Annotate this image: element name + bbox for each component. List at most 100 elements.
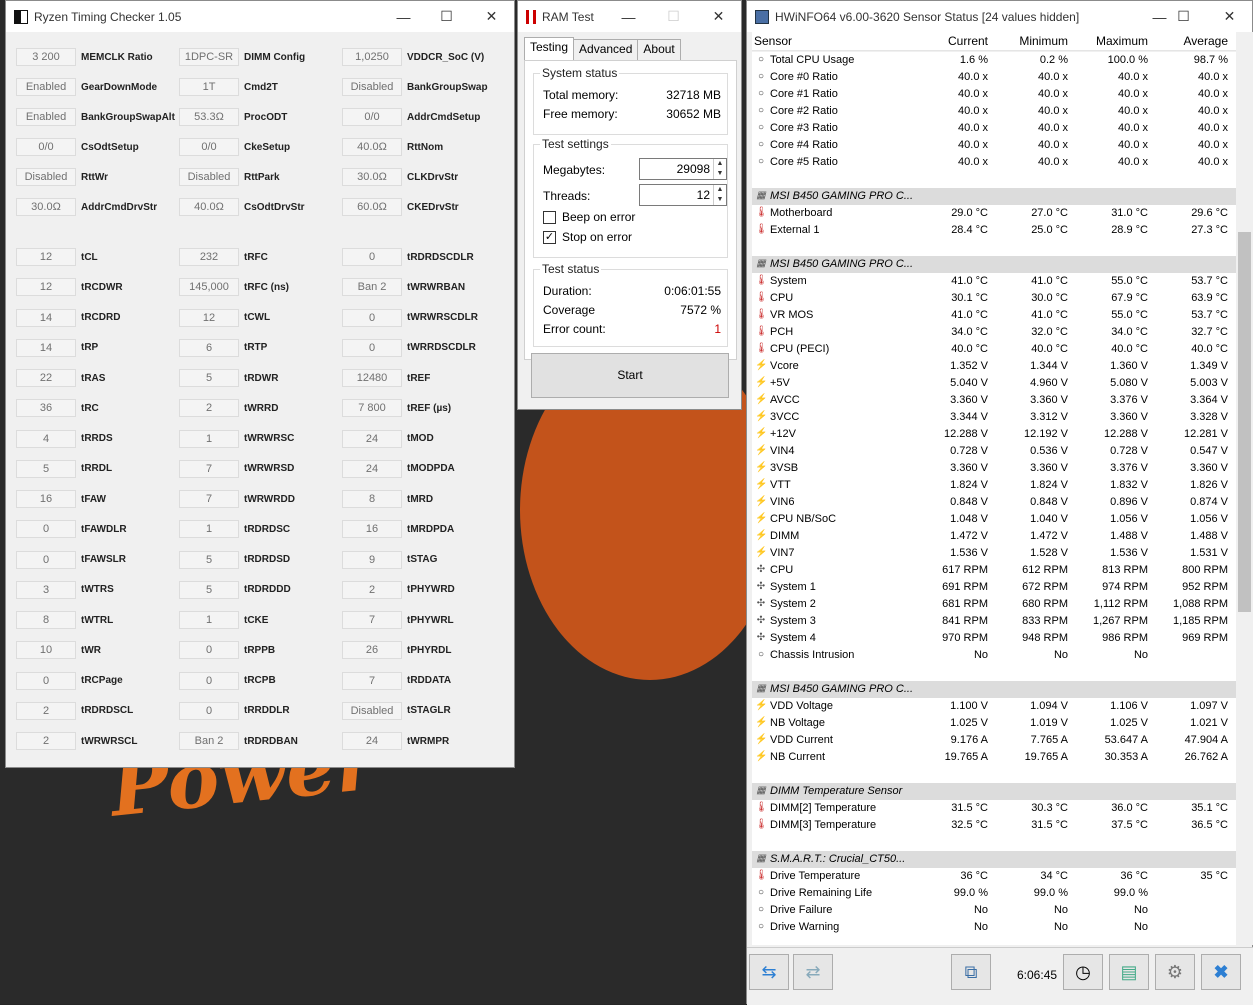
timing-value: 1: [179, 611, 239, 629]
sensor-name: MSI B450 GAMING PRO C...: [770, 258, 914, 270]
col-maximum[interactable]: Maximum: [1096, 34, 1148, 48]
sensor-name: Core #4 Ratio: [770, 139, 838, 151]
sensor-row[interactable]: ○ Core #3 Ratio 40.0 x 40.0 x 40.0 x 40.0 x: [752, 120, 1236, 137]
sensor-row[interactable]: 🌡 DIMM[2] Temperature 31.5 °C 30.3 °C 36.0 °…: [752, 800, 1236, 817]
sensor-group-header[interactable]: ▦ DIMM Temperature Sensor: [752, 783, 1236, 800]
sensor-group-header[interactable]: ▦ MSI B450 GAMING PRO C...: [752, 256, 1236, 273]
vertical-scrollbar[interactable]: [1236, 32, 1253, 945]
sensor-row[interactable]: ○ Core #1 Ratio 40.0 x 40.0 x 40.0 x 40.0 x: [752, 86, 1236, 103]
checkbox-checked-icon[interactable]: ✓: [543, 230, 556, 244]
sensor-row[interactable]: ⚡ VIN7 1.536 V 1.528 V 1.536 V 1.531 V: [752, 545, 1236, 562]
sensor-group-header[interactable]: ▦ MSI B450 GAMING PRO C...: [752, 188, 1236, 205]
timing-label: tRCPB: [244, 675, 276, 686]
collapse-expand-button[interactable]: ⇄: [793, 954, 833, 990]
sensor-row[interactable]: ⚡ VIN6 0.848 V 0.848 V 0.896 V 0.874 V: [752, 494, 1236, 511]
close-icon[interactable]: ✕: [696, 1, 741, 32]
threads-stepper[interactable]: 12 ▲ ▼: [639, 184, 727, 206]
minimize-icon[interactable]: —: [381, 1, 426, 32]
sensor-row[interactable]: ⚡ VTT 1.824 V 1.824 V 1.832 V 1.826 V: [752, 477, 1236, 494]
close-x-icon[interactable]: ✖: [1201, 954, 1241, 990]
tab-advanced[interactable]: Advanced: [573, 39, 639, 60]
sensor-row[interactable]: 🌡 External 1 28.4 °C 25.0 °C 28.9 °C 27.3 °C: [752, 222, 1236, 239]
col-current[interactable]: Current: [948, 34, 988, 48]
sensor-row[interactable]: ⚡ CPU NB/SoC 1.048 V 1.040 V 1.056 V 1.056 V: [752, 511, 1236, 528]
timing-value: Enabled: [16, 108, 76, 126]
sensor-row[interactable]: ⚡ AVCC 3.360 V 3.360 V 3.376 V 3.364 V: [752, 392, 1236, 409]
sensor-row[interactable]: ⚡ 3VSB 3.360 V 3.360 V 3.376 V 3.360 V: [752, 460, 1236, 477]
sensor-group-header[interactable]: ▦ S.M.A.R.T.: Crucial_CT50...: [752, 851, 1236, 868]
close-icon[interactable]: ✕: [1207, 1, 1252, 32]
sensor-row[interactable]: ⚡ VIN4 0.728 V 0.536 V 0.728 V 0.547 V: [752, 443, 1236, 460]
timing-label: RttNom: [407, 141, 444, 153]
spin-arrows-icon[interactable]: ▲ ▼: [713, 159, 726, 179]
sensor-row[interactable]: ✣ System 1 691 RPM 672 RPM 974 RPM 952 RPM: [752, 579, 1236, 596]
navigate-left-right-button[interactable]: ⇆: [749, 954, 789, 990]
checkbox-unchecked-icon[interactable]: [543, 210, 556, 224]
sensor-row[interactable]: ⚡ NB Current 19.765 A 19.765 A 30.353 A 26.76…: [752, 749, 1236, 766]
timing-label: tFAW: [81, 493, 106, 505]
minimum-value: 0.848 V: [1030, 496, 1068, 508]
timing-cell: 4 tRRDS: [16, 429, 113, 448]
megabytes-value: 29098: [676, 162, 710, 176]
col-sensor[interactable]: Sensor: [754, 34, 792, 48]
sensor-row[interactable]: 🌡 VR MOS 41.0 °C 41.0 °C 55.0 °C 53.7 °C: [752, 307, 1236, 324]
current-value: 19.765 A: [944, 751, 988, 763]
clock-icon[interactable]: ◷: [1063, 954, 1103, 990]
sensor-row[interactable]: ⚡ VDD Current 9.176 A 7.765 A 53.647 A 47.904…: [752, 732, 1236, 749]
settings-gear-icon[interactable]: ⚙: [1155, 954, 1195, 990]
sensor-row[interactable]: 🌡 CPU 30.1 °C 30.0 °C 67.9 °C 63.9 °C: [752, 290, 1236, 307]
total-memory-row: Total memory: 32718 MB: [543, 88, 721, 102]
sensor-row[interactable]: ○ Chassis Intrusion No No No: [752, 647, 1236, 664]
sensor-row[interactable]: 🌡 Motherboard 29.0 °C 27.0 °C 31.0 °C 29.6 °C: [752, 205, 1236, 222]
sensor-row[interactable]: ○ Drive Failure No No No: [752, 902, 1236, 919]
timing-value: 22: [16, 369, 76, 387]
start-button[interactable]: Start: [531, 353, 729, 398]
col-minimum[interactable]: Minimum: [1019, 34, 1068, 48]
sensor-row[interactable]: ⚡ NB Voltage 1.025 V 1.019 V 1.025 V 1.021 V: [752, 715, 1236, 732]
sensor-row[interactable]: ⚡ 3VCC 3.344 V 3.312 V 3.360 V 3.328 V: [752, 409, 1236, 426]
sensor-row[interactable]: ○ Core #2 Ratio 40.0 x 40.0 x 40.0 x 40.0 x: [752, 103, 1236, 120]
sensor-row[interactable]: ✣ System 3 841 RPM 833 RPM 1,267 RPM 1,185 RP…: [752, 613, 1236, 630]
timing-value: 0/0: [342, 108, 402, 126]
restore-icon[interactable]: ☐: [1161, 1, 1206, 32]
network-icon[interactable]: ⧉: [951, 954, 991, 990]
sensor-row[interactable]: ⚡ +5V 5.040 V 4.960 V 5.080 V 5.003 V: [752, 375, 1236, 392]
beep-on-error-checkbox[interactable]: Beep on error: [543, 210, 635, 224]
tab-about[interactable]: About: [637, 39, 681, 60]
maximum-value: 1.488 V: [1110, 530, 1148, 542]
sensor-row[interactable]: ⚡ DIMM 1.472 V 1.472 V 1.488 V 1.488 V: [752, 528, 1236, 545]
sensor-row[interactable]: ✣ System 2 681 RPM 680 RPM 1,112 RPM 1,088 RP…: [752, 596, 1236, 613]
spin-arrows-icon[interactable]: ▲ ▼: [713, 185, 726, 205]
maximize-icon[interactable]: ☐: [424, 1, 469, 32]
sensor-row[interactable]: ⚡ VDD Voltage 1.100 V 1.094 V 1.106 V 1.097 V: [752, 698, 1236, 715]
sensor-row[interactable]: 🌡 DIMM[3] Temperature 32.5 °C 31.5 °C 37.5 °…: [752, 817, 1236, 834]
megabytes-stepper[interactable]: 29098 ▲ ▼: [639, 158, 727, 180]
log-file-icon[interactable]: ▤: [1109, 954, 1149, 990]
sensor-row[interactable]: ○ Drive Warning No No No: [752, 919, 1236, 936]
sensor-row[interactable]: ○ Drive Remaining Life 99.0 % 99.0 % 99.0 %: [752, 885, 1236, 902]
maximum-value: 36 °C: [1120, 870, 1148, 882]
sensor-row[interactable]: ○ Core #4 Ratio 40.0 x 40.0 x 40.0 x 40.0 x: [752, 137, 1236, 154]
sensor-row[interactable]: ○ Core #5 Ratio 40.0 x 40.0 x 40.0 x 40.0 x: [752, 154, 1236, 171]
sensor-row[interactable]: 🌡 System 41.0 °C 41.0 °C 55.0 °C 53.7 °C: [752, 273, 1236, 290]
scrollbar-thumb[interactable]: [1238, 232, 1251, 612]
current-value: 28.4 °C: [951, 224, 988, 236]
timing-label: tWRWRSD: [244, 463, 295, 475]
sensor-row[interactable]: 🌡 PCH 34.0 °C 32.0 °C 34.0 °C 32.7 °C: [752, 324, 1236, 341]
stop-on-error-checkbox[interactable]: ✓ Stop on error: [543, 230, 632, 244]
minimize-icon[interactable]: —: [606, 1, 651, 32]
sensor-row[interactable]: ⚡ Vcore 1.352 V 1.344 V 1.360 V 1.349 V: [752, 358, 1236, 375]
sensor-row[interactable]: ○ Total CPU Usage 1.6 % 0.2 % 100.0 % 98.7 %: [752, 52, 1236, 69]
sensor-group-header[interactable]: ▦ MSI B450 GAMING PRO C...: [752, 681, 1236, 698]
average-value: 26.762 A: [1184, 751, 1228, 763]
sensor-row[interactable]: 🌡 CPU (PECI) 40.0 °C 40.0 °C 40.0 °C 40.0 °C: [752, 341, 1236, 358]
sensor-row[interactable]: 🌡 Drive Temperature 36 °C 34 °C 36 °C 35 °C: [752, 868, 1236, 885]
sensor-row[interactable]: ✣ CPU 617 RPM 612 RPM 813 RPM 800 RPM: [752, 562, 1236, 579]
timing-label: tRPPB: [244, 644, 276, 656]
close-icon[interactable]: ✕: [469, 1, 514, 32]
sensor-row[interactable]: ○ Core #0 Ratio 40.0 x 40.0 x 40.0 x 40.0 x: [752, 69, 1236, 86]
sensor-row[interactable]: ⚡ +12V 12.288 V 12.192 V 12.288 V 12.281 V: [752, 426, 1236, 443]
col-average[interactable]: Average: [1184, 34, 1228, 48]
sensor-row[interactable]: ✣ System 4 970 RPM 948 RPM 986 RPM 969 RPM: [752, 630, 1236, 647]
tab-testing[interactable]: Testing: [524, 37, 575, 60]
